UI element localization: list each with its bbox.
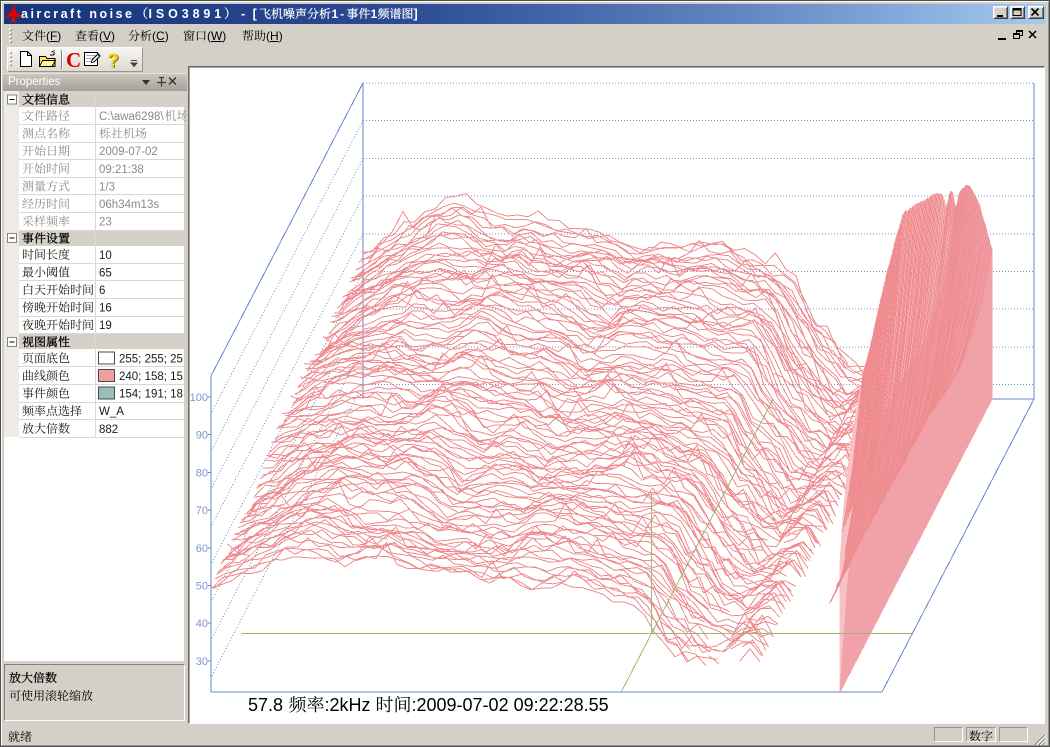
- svg-text:): ): [165, 29, 169, 43]
- svg-text:?: ?: [107, 51, 119, 72]
- svg-text:- [: - [: [241, 7, 259, 21]
- svg-text:10: 10: [99, 250, 112, 262]
- svg-text:23: 23: [99, 217, 112, 229]
- svg-text::2kHz: :2kHz: [325, 695, 371, 715]
- svg-text:ISO3891: ISO3891: [149, 7, 226, 21]
- svg-text:1/3: 1/3: [99, 181, 115, 193]
- svg-text:19: 19: [99, 320, 112, 332]
- svg-text:65: 65: [99, 267, 112, 279]
- svg-text:09:21:38: 09:21:38: [99, 164, 144, 176]
- svg-text:C: C: [156, 29, 165, 43]
- svg-text:1: 1: [371, 7, 378, 21]
- svg-text:): ): [279, 29, 283, 43]
- svg-text:C: C: [66, 48, 81, 72]
- svg-text:W: W: [211, 29, 223, 43]
- svg-text:F: F: [50, 29, 57, 43]
- svg-text:2009-07-02: 2009-07-02: [99, 146, 158, 158]
- svg-text:Properties: Properties: [8, 76, 61, 88]
- svg-text::2009-07-02 09:22:28.55: :2009-07-02 09:22:28.55: [412, 695, 609, 715]
- svg-text:): ): [57, 29, 61, 43]
- svg-text:]: ]: [414, 7, 418, 21]
- svg-text:57.8: 57.8: [248, 695, 283, 715]
- svg-text:6: 6: [99, 285, 105, 297]
- svg-text:255; 255; 25: 255; 255; 25: [119, 353, 183, 365]
- svg-text:aircraft noise: aircraft noise: [21, 7, 135, 21]
- svg-text:C:\awa6298\: C:\awa6298\: [99, 111, 164, 123]
- svg-text:H: H: [270, 29, 279, 43]
- svg-text:): ): [222, 29, 226, 43]
- svg-text:): ): [111, 29, 115, 43]
- svg-text:06h34m13s: 06h34m13s: [99, 199, 159, 211]
- svg-text:882: 882: [99, 424, 118, 436]
- svg-text:1-: 1-: [332, 7, 347, 21]
- svg-text:V: V: [103, 29, 111, 43]
- svg-text:16: 16: [99, 303, 112, 315]
- svg-text:W_A: W_A: [99, 406, 124, 418]
- svg-text:154; 191; 18: 154; 191; 18: [119, 389, 183, 401]
- svg-text:240; 158; 15: 240; 158; 15: [119, 371, 183, 383]
